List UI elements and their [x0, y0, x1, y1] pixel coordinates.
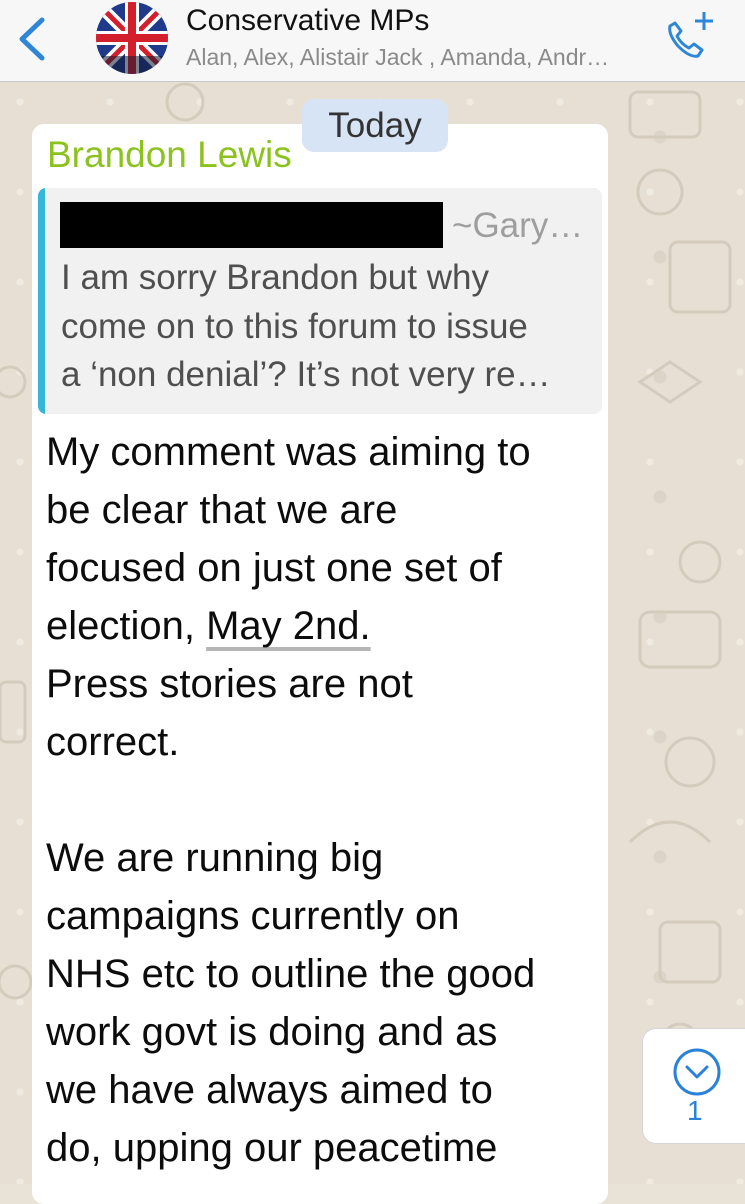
- message-line: Press stories are not: [46, 662, 413, 706]
- chevron-down-circle-icon: [673, 1048, 721, 1096]
- message-line: do, upping our peacetime: [46, 1126, 498, 1170]
- redaction-block: [60, 202, 443, 248]
- quote-accent-bar: [38, 188, 45, 414]
- quote-author: ~Gary…: [452, 206, 584, 245]
- message-line: correct.: [46, 720, 180, 764]
- message-line: work govt is doing and as: [46, 1010, 498, 1054]
- date-link[interactable]: May 2nd.: [206, 604, 371, 648]
- chat-title[interactable]: Conservative MPs: [186, 4, 429, 38]
- add-call-icon: [668, 12, 713, 58]
- message-text: election,: [46, 604, 207, 648]
- message-line: campaigns currently on: [46, 894, 460, 938]
- message-line: focused on just one set of: [46, 546, 502, 590]
- message-bubble[interactable]: Brandon Lewis ~Gary… I am sorry Brandon …: [32, 124, 608, 1204]
- add-call-button[interactable]: [660, 8, 720, 64]
- message-line: We are running big: [46, 836, 384, 880]
- date-divider: Today: [302, 99, 448, 152]
- chat-header: Conservative MPs Alan, Alex, Alistair Ja…: [0, 0, 745, 82]
- quote-line: I am sorry Brandon but why: [61, 258, 489, 297]
- union-flag-avatar: [96, 2, 168, 74]
- scroll-to-bottom-button[interactable]: 1: [642, 1028, 745, 1144]
- quote-line: come on to this forum to issue: [61, 307, 528, 346]
- message-line: election, May 2nd.: [46, 604, 371, 649]
- quote-line: a ‘non denial’? It’s not very re…: [61, 355, 551, 394]
- group-avatar[interactable]: [96, 2, 168, 74]
- chevron-left-icon: [19, 17, 45, 61]
- quoted-message[interactable]: ~Gary… I am sorry Brandon but why come o…: [38, 188, 602, 414]
- unread-count: 1: [687, 1095, 703, 1126]
- participants-list[interactable]: Alan, Alex, Alistair Jack , Amanda, Andr…: [186, 44, 609, 71]
- message-line: we have always aimed to: [46, 1068, 493, 1112]
- back-button[interactable]: [14, 14, 54, 64]
- message-line: NHS etc to outline the good: [46, 952, 536, 996]
- sender-name[interactable]: Brandon Lewis: [47, 134, 292, 176]
- message-line: My comment was aiming to: [46, 430, 531, 474]
- message-line: be clear that we are: [46, 488, 398, 532]
